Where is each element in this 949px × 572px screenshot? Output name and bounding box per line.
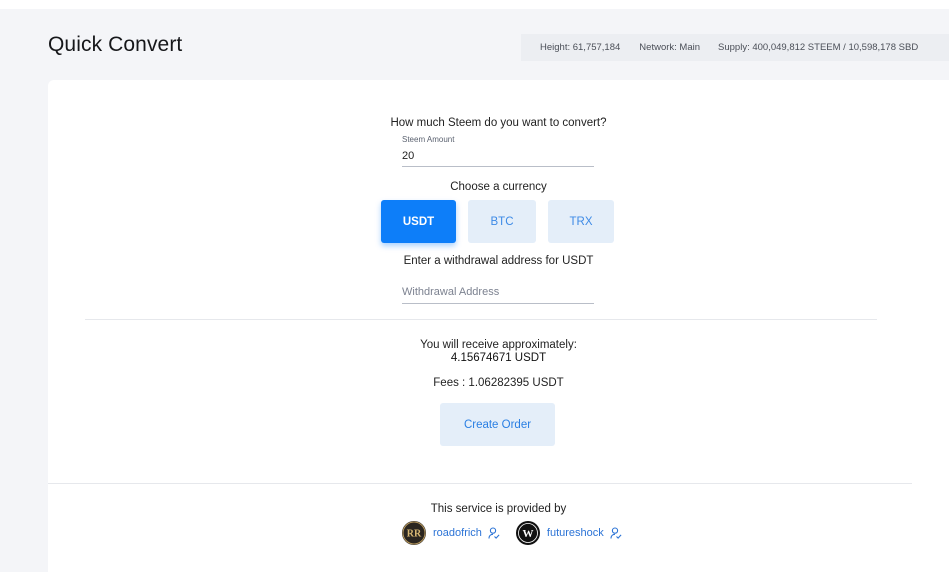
provided-by-text: This service is provided by bbox=[430, 503, 567, 515]
provider-link-futureshock[interactable]: futureshock bbox=[547, 527, 604, 539]
footer-divider bbox=[48, 483, 912, 484]
svg-text:W: W bbox=[522, 528, 533, 540]
chain-stats-bar: Height: 61,757,184 Network: Main Supply:… bbox=[521, 34, 949, 61]
stat-network: Network: Main bbox=[639, 42, 701, 53]
provider-link-roadofrich[interactable]: roadofrich bbox=[433, 527, 482, 539]
amount-field-label: Steem Amount bbox=[402, 135, 455, 144]
withdrawal-address-input[interactable] bbox=[402, 281, 594, 304]
convert-card: How much Steem do you want to convert? S… bbox=[48, 80, 949, 572]
page-title: Quick Convert bbox=[48, 33, 183, 56]
currency-btc-button[interactable]: BTC bbox=[468, 200, 536, 243]
providers-row: RR roadofrich W futureshock bbox=[402, 521, 622, 545]
user-icon[interactable] bbox=[488, 526, 500, 540]
futureshock-logo-icon: W bbox=[516, 521, 540, 545]
receive-amount: 4.15674671 USDT bbox=[450, 352, 547, 364]
svg-text:RR: RR bbox=[407, 529, 422, 540]
stat-height: Height: 61,757,184 bbox=[540, 42, 621, 53]
receive-label: You will receive approximately: bbox=[420, 339, 577, 351]
avatar[interactable]: RR bbox=[402, 521, 426, 545]
currency-usdt-button[interactable]: USDT bbox=[381, 200, 456, 243]
stat-supply: Supply: 400,049,812 STEEM / 10,598,178 S… bbox=[718, 42, 919, 53]
fees-text: Fees : 1.06282395 USDT bbox=[433, 377, 564, 389]
amount-question: How much Steem do you want to convert? bbox=[390, 117, 607, 129]
currency-trx-button[interactable]: TRX bbox=[548, 200, 614, 243]
currency-prompt: Choose a currency bbox=[450, 181, 547, 193]
user-icon[interactable] bbox=[610, 526, 622, 540]
roadofrich-logo-icon: RR bbox=[402, 521, 426, 545]
withdraw-prompt: Enter a withdrawal address for USDT bbox=[403, 255, 594, 267]
avatar[interactable]: W bbox=[515, 521, 540, 545]
divider bbox=[85, 319, 877, 320]
top-strip bbox=[0, 0, 949, 9]
create-order-button[interactable]: Create Order bbox=[440, 403, 555, 446]
steem-amount-input[interactable] bbox=[402, 145, 594, 167]
